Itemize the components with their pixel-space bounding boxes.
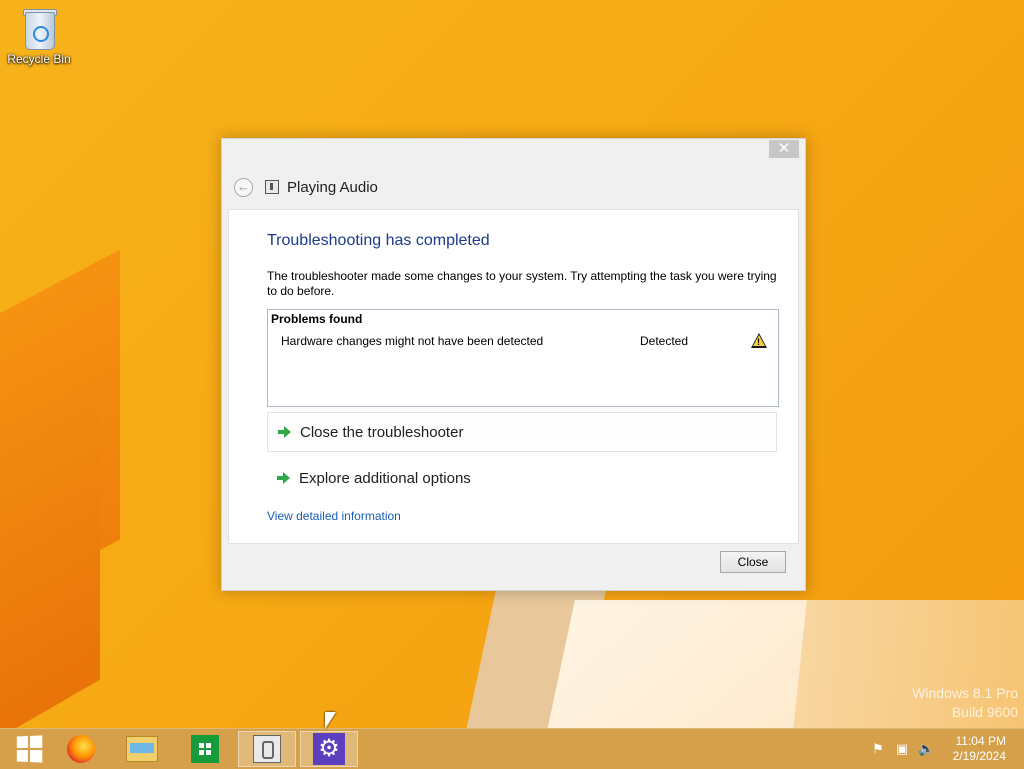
clock[interactable]: 11:04 PM 2/19/2024 bbox=[953, 734, 1006, 764]
taskbar-file-explorer[interactable] bbox=[113, 731, 171, 767]
firefox-icon bbox=[67, 735, 95, 763]
recycle-bin-icon bbox=[21, 6, 57, 50]
troubleshooter-dialog: ✕ ← Playing Audio Troubleshooting has co… bbox=[221, 138, 806, 591]
troubleshooter-icon bbox=[265, 180, 279, 194]
problem-row[interactable]: Hardware changes might not have been det… bbox=[268, 333, 778, 352]
green-arrow-icon bbox=[278, 425, 292, 439]
flag-icon[interactable]: ⚑ bbox=[870, 741, 886, 757]
clock-time: 11:04 PM bbox=[955, 734, 1006, 748]
problem-name: Hardware changes might not have been det… bbox=[281, 334, 544, 348]
taskbar-firefox[interactable] bbox=[52, 731, 110, 767]
taskbar-troubleshooter[interactable] bbox=[238, 731, 296, 767]
completion-description: The troubleshooter made some changes to … bbox=[267, 269, 777, 298]
close-button[interactable]: Close bbox=[720, 551, 786, 573]
close-troubleshooter-option[interactable]: Close the troubleshooter bbox=[267, 412, 777, 452]
dialog-header: ← Playing Audio bbox=[234, 177, 378, 197]
problems-found-title: Problems found bbox=[271, 312, 363, 326]
dialog-content: Troubleshooting has completed The troubl… bbox=[228, 209, 799, 544]
action-label: Close the troubleshooter bbox=[300, 423, 464, 441]
system-tray: ⚑ ▣ 🔈 bbox=[870, 741, 934, 757]
completion-headline: Troubleshooting has completed bbox=[267, 232, 490, 249]
problem-status: Detected bbox=[640, 334, 689, 348]
action-label: Explore additional options bbox=[299, 469, 471, 487]
speaker-muted-icon[interactable]: 🔈 bbox=[918, 741, 934, 757]
desktop-icon-recycle-bin[interactable]: Recycle Bin bbox=[6, 6, 72, 66]
troubleshooter-icon bbox=[253, 735, 281, 763]
green-arrow-icon bbox=[277, 471, 291, 485]
mouse-cursor bbox=[325, 712, 336, 729]
store-icon bbox=[191, 735, 219, 763]
view-details-link[interactable]: View detailed information bbox=[267, 509, 401, 523]
folder-icon bbox=[126, 736, 158, 762]
explore-options-option[interactable]: Explore additional options bbox=[267, 459, 775, 497]
windows-watermark: Windows 8.1 Pro Build 9600 bbox=[912, 684, 1018, 722]
wallpaper-shape bbox=[0, 379, 100, 761]
watermark-edition: Windows 8.1 Pro bbox=[912, 685, 1018, 701]
close-icon[interactable]: ✕ bbox=[769, 140, 799, 158]
problems-found-panel: Problems found Hardware changes might no… bbox=[267, 309, 779, 407]
watermark-build: Build 9600 bbox=[951, 704, 1018, 720]
start-button[interactable] bbox=[0, 731, 58, 767]
network-icon[interactable]: ▣ bbox=[894, 741, 910, 757]
windows-logo-icon bbox=[16, 735, 43, 763]
dialog-title: Playing Audio bbox=[287, 178, 378, 196]
back-arrow-icon[interactable]: ← bbox=[234, 177, 253, 197]
clock-date: 2/19/2024 bbox=[952, 749, 1006, 763]
taskbar: ⚙ ⚑ ▣ 🔈 11:04 PM 2/19/2024 bbox=[0, 728, 1024, 769]
gear-icon: ⚙ bbox=[313, 733, 345, 765]
taskbar-settings[interactable]: ⚙ bbox=[300, 731, 358, 767]
desktop-icon-label: Recycle Bin bbox=[7, 52, 71, 66]
taskbar-store[interactable] bbox=[176, 731, 234, 767]
